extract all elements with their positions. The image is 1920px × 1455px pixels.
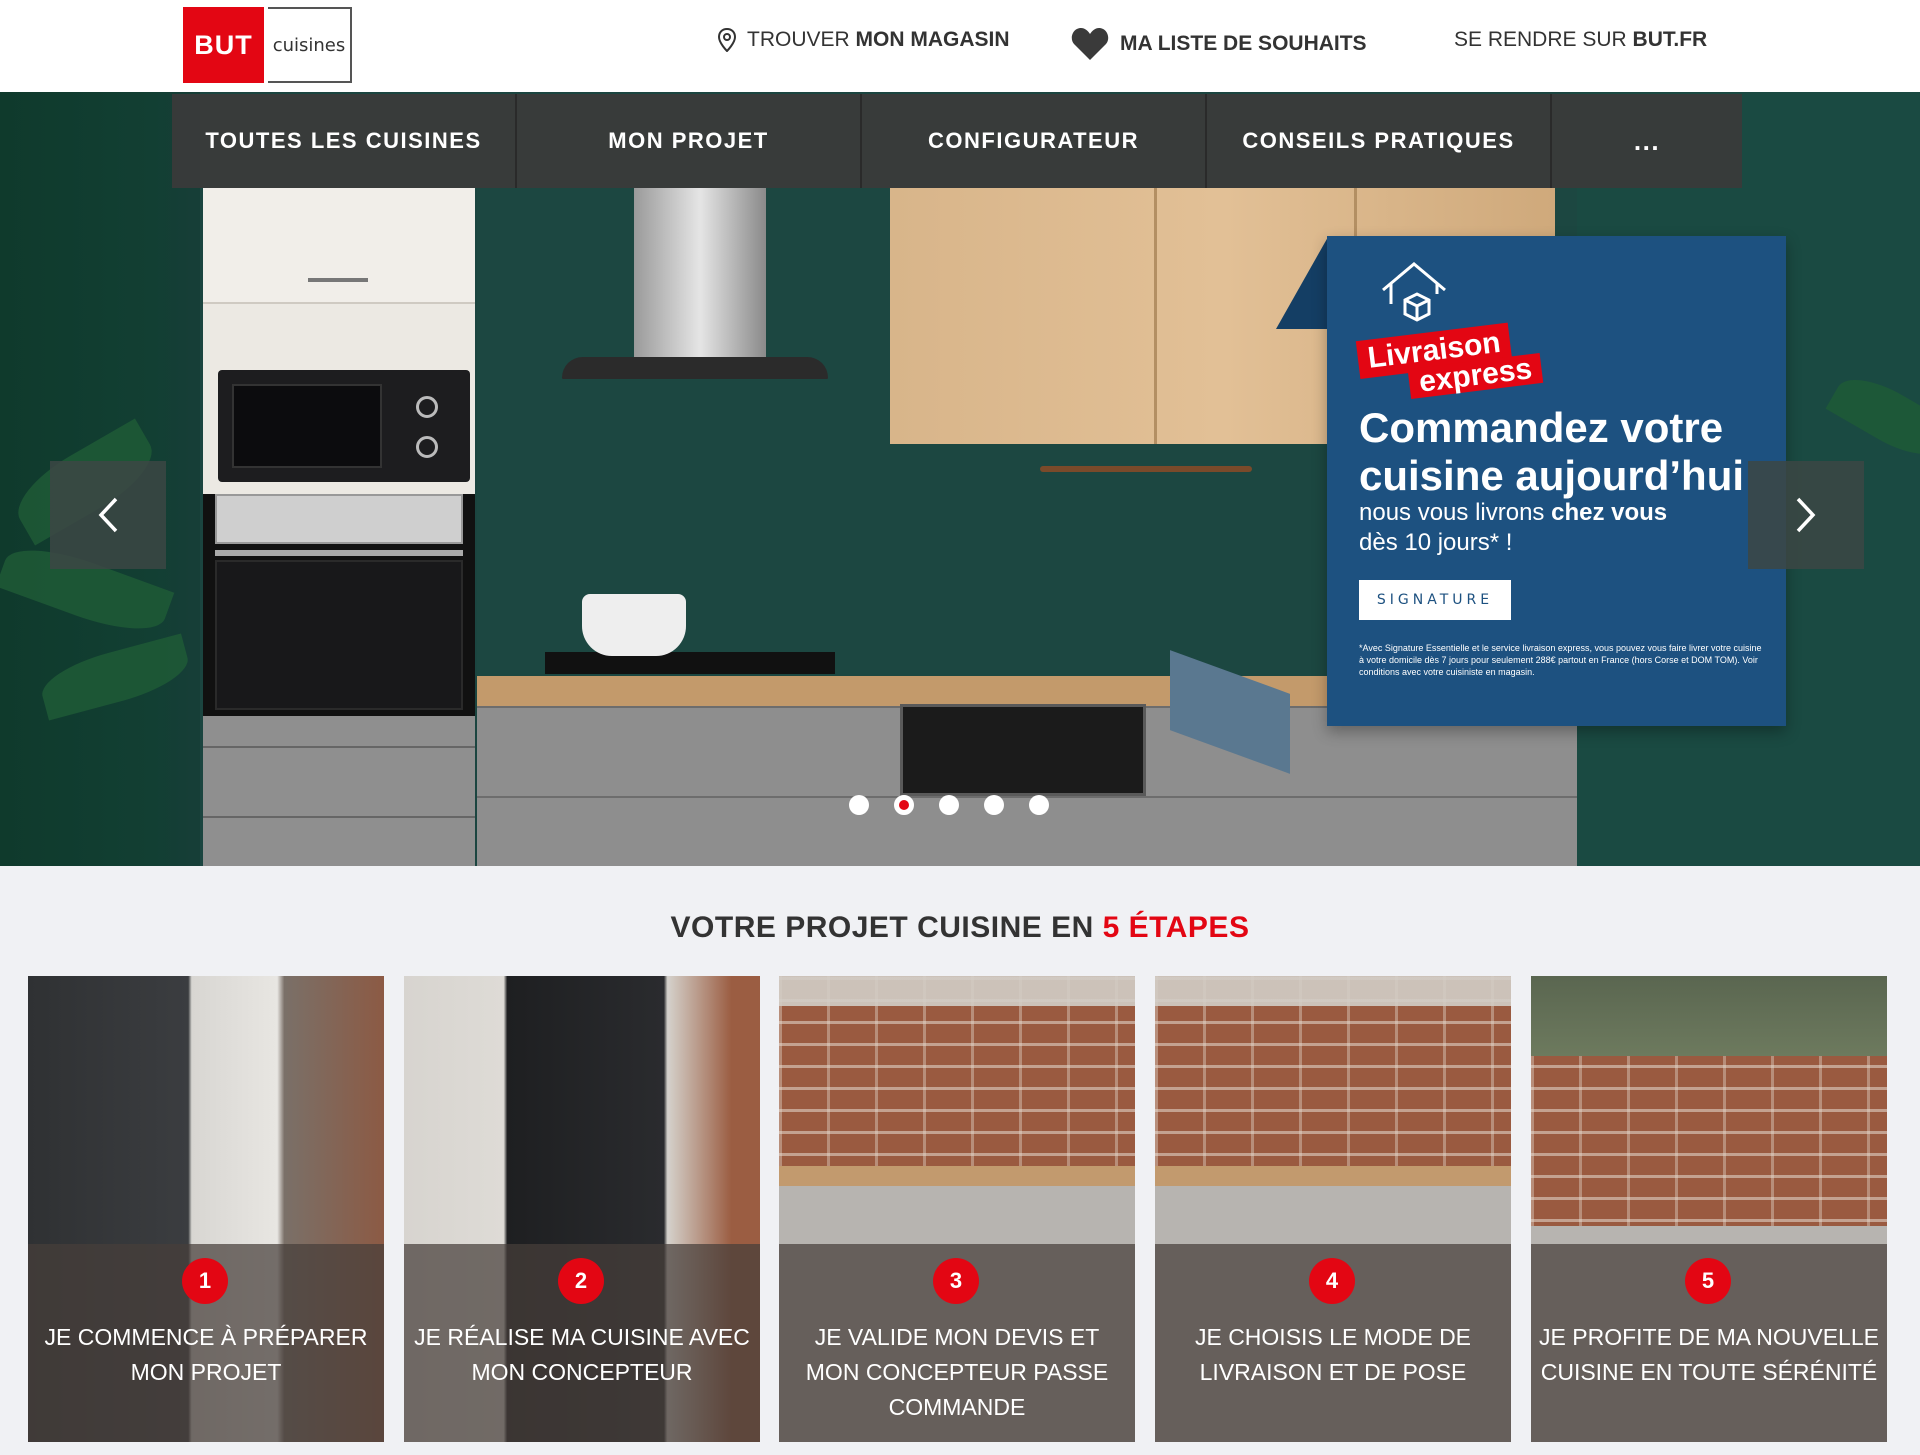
promo-headline: Commandez votre cuisine aujourd’hui xyxy=(1359,404,1779,500)
main-nav: TOUTES LES CUISINES MON PROJET CONFIGURA… xyxy=(172,94,1742,188)
step-label: JE CHOISIS LE MODE DE LIVRAISON ET DE PO… xyxy=(1194,1324,1472,1385)
top-header: BUT cuisines TROUVER MON MAGASIN MA LIST… xyxy=(0,0,1920,92)
microwave-knob xyxy=(416,396,438,418)
logo-brand: BUT xyxy=(183,7,264,83)
cabinet-divider xyxy=(1154,188,1157,444)
step-label: JE COMMENCE À PRÉPARER MON PROJET xyxy=(44,1324,368,1385)
find-store-strong: MON MAGASIN xyxy=(855,28,1010,51)
range-hood-base xyxy=(562,357,828,379)
step-card-4[interactable]: 4 JE CHOISIS LE MODE DE LIVRAISON ET DE … xyxy=(1155,976,1511,1442)
nav-item-conseils-pratiques[interactable]: CONSEILS PRATIQUES xyxy=(1207,94,1552,188)
dishwasher xyxy=(900,704,1146,796)
step-number-badge: 4 xyxy=(1309,1258,1355,1304)
microwave xyxy=(218,370,470,482)
range-hood xyxy=(634,188,766,364)
nav-item-configurateur[interactable]: CONFIGURATEUR xyxy=(862,94,1207,188)
go-to-but-link[interactable]: SE RENDRE SUR BUT.FR xyxy=(1454,28,1707,52)
promo-sub-line-2: dès 10 jours* ! xyxy=(1359,529,1513,556)
promo-fine-print: *Avec Signature Essentielle et le servic… xyxy=(1359,643,1762,677)
express-delivery-badge: Livraison express xyxy=(1355,319,1544,405)
logo-subtitle: cuisines xyxy=(268,7,352,83)
step-number-badge: 2 xyxy=(558,1258,604,1304)
nav-item-more[interactable]: ... xyxy=(1552,94,1742,188)
utensil-rail xyxy=(1040,466,1252,472)
carousel-dot[interactable] xyxy=(939,795,959,815)
chevron-left-icon xyxy=(98,497,118,533)
house-box-icon xyxy=(1382,262,1446,322)
plant-leaf xyxy=(36,633,194,721)
microwave-knob xyxy=(416,436,438,458)
cooking-pot xyxy=(582,594,686,656)
step-number-badge: 5 xyxy=(1685,1258,1731,1304)
go-to-but-prefix: SE RENDRE SUR xyxy=(1454,28,1633,51)
promo-fold xyxy=(1276,237,1328,329)
heart-icon xyxy=(1071,28,1109,60)
steps-title-prefix: VOTRE PROJET CUISINE EN xyxy=(670,911,1103,944)
oven-handle xyxy=(215,550,463,556)
step-number-badge: 3 xyxy=(933,1258,979,1304)
go-to-but-strong: BUT.FR xyxy=(1632,28,1708,51)
microwave-window xyxy=(232,384,382,468)
promo-headline-line-2: cuisine aujourd’hui xyxy=(1359,452,1745,499)
find-store-link[interactable]: TROUVER MON MAGASIN xyxy=(717,28,1010,52)
carousel-dots xyxy=(849,795,1049,815)
location-pin-icon xyxy=(717,28,737,52)
cabinet-door xyxy=(203,188,475,304)
wishlist-link[interactable]: MA LISTE DE SOUHAITS xyxy=(1070,26,1367,62)
step-card-2[interactable]: 2 JE RÉALISE MA CUISINE AVEC MON CONCEPT… xyxy=(404,976,760,1442)
nav-item-mon-projet[interactable]: MON PROJET xyxy=(517,94,862,188)
hero-carousel: Livraison express Commandez votre cuisin… xyxy=(0,92,1920,866)
carousel-dot[interactable] xyxy=(984,795,1004,815)
step-label: JE VALIDE MON DEVIS ET MON CONCEPTEUR PA… xyxy=(805,1324,1109,1420)
carousel-next-button[interactable] xyxy=(1748,461,1864,569)
signature-logo: SIGNATURE xyxy=(1359,580,1511,620)
steps-section: VOTRE PROJET CUISINE EN 5 ÉTAPES 1 JE CO… xyxy=(0,866,1920,1455)
step-label: JE RÉALISE MA CUISINE AVEC MON CONCEPTEU… xyxy=(414,1324,750,1385)
promo-sub-strong: chez vous xyxy=(1551,499,1668,526)
step-card-3[interactable]: 3 JE VALIDE MON DEVIS ET MON CONCEPTEUR … xyxy=(779,976,1135,1442)
oven xyxy=(203,494,475,716)
cooktop xyxy=(545,652,835,674)
promo-card[interactable]: Livraison express Commandez votre cuisin… xyxy=(1327,236,1786,726)
carousel-dot[interactable] xyxy=(894,795,914,815)
base-cabinet-left xyxy=(203,716,475,866)
drawer-line xyxy=(203,746,475,748)
carousel-dot[interactable] xyxy=(849,795,869,815)
carousel-prev-button[interactable] xyxy=(50,461,166,569)
cabinet-handle xyxy=(308,278,368,282)
step-card-1[interactable]: 1 JE COMMENCE À PRÉPARER MON PROJET xyxy=(28,976,384,1442)
promo-headline-line-1: Commandez votre xyxy=(1359,404,1724,451)
step-label: JE PROFITE DE MA NOUVELLE CUISINE EN TOU… xyxy=(1539,1324,1879,1385)
wishlist-label: MA LISTE DE SOUHAITS xyxy=(1120,32,1367,55)
promo-sub-prefix: nous vous livrons xyxy=(1359,499,1552,526)
drawer-line xyxy=(203,816,475,818)
nav-item-toutes-les-cuisines[interactable]: TOUTES LES CUISINES xyxy=(172,94,517,188)
step-card-5[interactable]: 5 JE PROFITE DE MA NOUVELLE CUISINE EN T… xyxy=(1531,976,1887,1442)
steps-title: VOTRE PROJET CUISINE EN 5 ÉTAPES xyxy=(0,911,1920,945)
find-store-prefix: TROUVER xyxy=(747,28,856,51)
promo-subtitle: nous vous livrons chez vous dès 10 jours… xyxy=(1359,498,1759,558)
step-number-badge: 1 xyxy=(182,1258,228,1304)
oven-panel xyxy=(215,494,463,544)
chevron-right-icon xyxy=(1796,497,1816,533)
but-cuisines-logo[interactable]: BUT cuisines xyxy=(183,7,352,83)
oven-door xyxy=(215,560,463,710)
steps-title-highlight: 5 ÉTAPES xyxy=(1102,911,1250,944)
carousel-dot[interactable] xyxy=(1029,795,1049,815)
